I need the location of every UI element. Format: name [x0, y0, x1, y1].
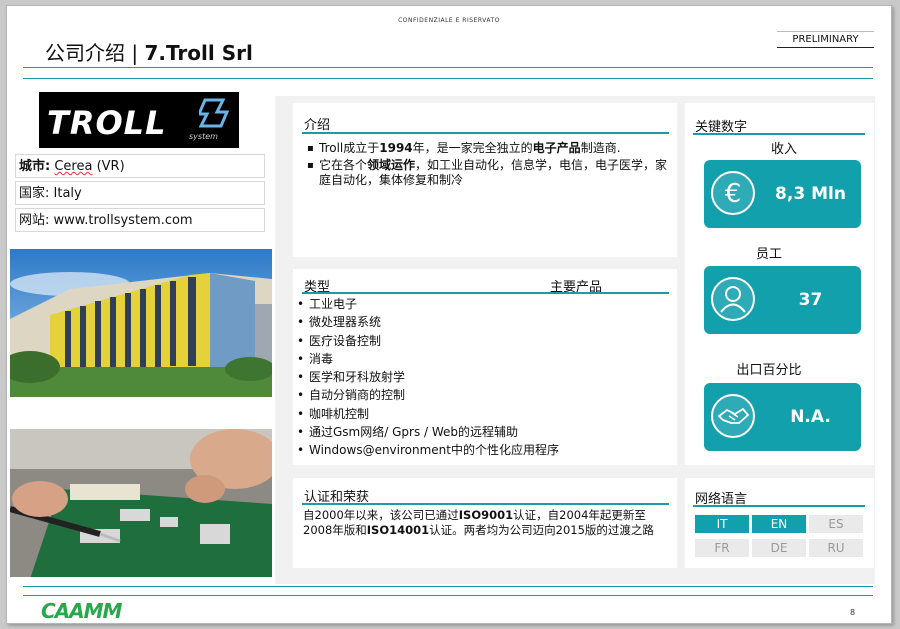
lang-es: ES [809, 515, 863, 533]
intro-underline [302, 132, 669, 134]
intro-bullet-2: 它在各个领域运作，如工业自动化，信息学，电信，电子医学，家庭自动化，集体修复和制… [307, 158, 673, 188]
troll-logo: TROLL system [39, 92, 239, 148]
footer-divider-2 [23, 595, 873, 596]
revenue-label: 收入 [770, 142, 797, 157]
lang-de: DE [752, 539, 806, 557]
list-item: 医学和牙科放射学 [297, 368, 559, 387]
intro-title: 介绍 [304, 118, 331, 133]
export-label: 出口百分比 [736, 363, 802, 378]
list-item: 工业电子 [297, 295, 559, 314]
employees-value: 37 [798, 290, 823, 310]
caamm-logo: CAAMM [41, 599, 122, 623]
confidential-label: CONFIDENZIALE E RISERVATO [398, 17, 500, 24]
intro-bullets: Troll成立于1994年，是一家完全独立的电子产品制造商. 它在各个领域运作，… [307, 141, 673, 188]
intro-bullet-1: Troll成立于1994年，是一家完全独立的电子产品制造商. [307, 141, 673, 156]
list-item: 通过Gsm网络/ Gprs / Web的远程辅助 [297, 423, 559, 442]
preliminary-badge: PRELIMINARY [777, 31, 874, 48]
electronics-photo [10, 429, 272, 577]
website-row: 网站: www.trollsystem.com [15, 208, 265, 232]
cert-text: 自2000年以来，该公司已通过ISO9001认证，自2004年起更新至2008年… [303, 508, 654, 537]
employees-label: 员工 [755, 247, 782, 262]
footer-divider [23, 586, 873, 587]
cert-underline [302, 503, 669, 505]
svg-text:€: € [725, 179, 742, 209]
products-list: 工业电子 微处理器系统 医疗设备控制 消毒 医学和牙科放射学 自动分销商的控制 … [297, 295, 559, 460]
handshake-icon [711, 394, 755, 438]
lang-ru: RU [809, 539, 863, 557]
revenue-card: € 8,3 Mln [704, 160, 861, 228]
list-item: 微处理器系统 [297, 313, 559, 332]
employees-card: 37 [704, 266, 861, 334]
page-number: 8 [850, 608, 856, 617]
city-row: 城市: Cerea (VR) [15, 154, 265, 178]
list-item: 咖啡机控制 [297, 405, 559, 424]
country-row: 国家: Italy [15, 181, 265, 205]
list-item: 自动分销商的控制 [297, 386, 559, 405]
page-title: 公司介绍 | 7.Troll Srl [45, 41, 253, 65]
lang-en: EN [752, 515, 806, 533]
header-divider [23, 67, 873, 68]
euro-icon: € [711, 171, 755, 215]
kpi-underline [693, 133, 865, 135]
header-divider-2 [23, 78, 873, 79]
slide: CONFIDENZIALE E RISERVATO 公司介绍 | 7.Troll… [6, 5, 892, 624]
lang-fr: FR [695, 539, 749, 557]
building-photo [10, 249, 272, 397]
revenue-value: 8,3 Mln [775, 184, 846, 204]
logo-mark-icon [199, 98, 229, 128]
person-icon [711, 277, 755, 321]
list-item: 医疗设备控制 [297, 332, 559, 351]
export-card: N.A. [704, 383, 861, 451]
export-value: N.A. [790, 407, 831, 427]
list-item: Windows@environment中的个性化应用程序 [297, 441, 559, 460]
list-item: 消毒 [297, 350, 559, 369]
products-underline [302, 292, 669, 294]
languages-underline [693, 505, 865, 507]
lang-it: IT [695, 515, 749, 533]
